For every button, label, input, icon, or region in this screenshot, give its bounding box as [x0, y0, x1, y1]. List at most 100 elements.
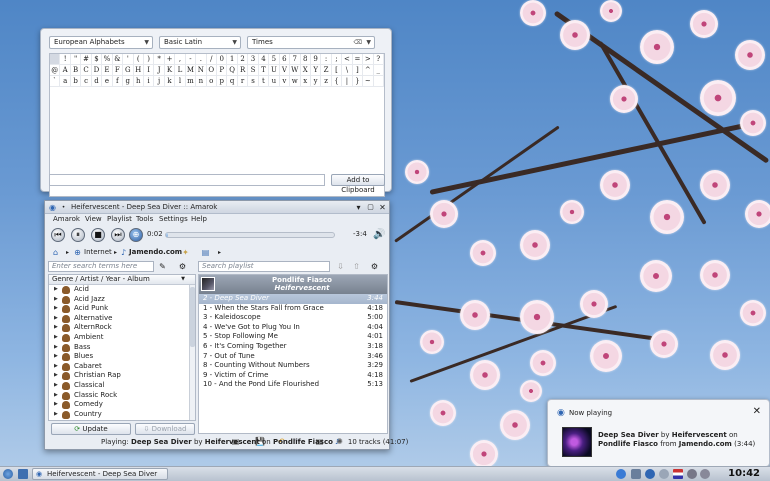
character-cell[interactable]: &: [112, 54, 124, 65]
genre-item[interactable]: ▶ AlternRock: [49, 323, 195, 333]
genre-item[interactable]: ▶ Alternative: [49, 314, 195, 324]
character-cell[interactable]: d: [91, 76, 103, 87]
character-cell[interactable]: %: [102, 54, 113, 65]
character-cell[interactable]: G: [123, 65, 134, 76]
character-cell[interactable]: W: [290, 65, 301, 76]
character-cell[interactable]: @: [50, 65, 61, 76]
character-cell[interactable]: P: [217, 65, 228, 76]
info-icon[interactable]: [616, 469, 626, 479]
kde-menu-icon[interactable]: [3, 469, 13, 479]
globe-button[interactable]: ⊕: [129, 228, 143, 242]
genre-item[interactable]: ▶ Acid Jazz: [49, 295, 195, 305]
menu-settings[interactable]: Settings: [159, 215, 188, 223]
character-cell[interactable]: L: [175, 65, 186, 76]
character-text-field[interactable]: [49, 174, 325, 186]
character-cell[interactable]: T: [258, 65, 270, 76]
filter-icon[interactable]: ⚙: [178, 262, 187, 271]
menu-tools[interactable]: Tools: [136, 215, 153, 223]
playlist-row[interactable]: 4 - We've Got to Plug You In 4:04: [199, 323, 387, 333]
character-cell[interactable]: 4: [258, 54, 270, 65]
tree-scrollbar[interactable]: [189, 285, 195, 420]
character-cell[interactable]: N: [196, 65, 207, 76]
character-cell[interactable]: <: [342, 54, 353, 65]
playlist[interactable]: Pondlife Fiasco Heifervescent 2 - Deep S…: [198, 274, 388, 434]
next-button[interactable]: ⏭: [111, 228, 125, 242]
character-cell[interactable]: x: [300, 76, 311, 87]
genre-item[interactable]: ▶ Comedy: [49, 400, 195, 410]
character-cell[interactable]: /: [206, 54, 217, 65]
arrow-up-icon[interactable]: ⇧: [352, 262, 361, 271]
menu-playlist[interactable]: Playlist: [107, 215, 132, 223]
playlist-row[interactable]: 9 - Victim of Crime 4:18: [199, 371, 387, 381]
arrow-down-icon[interactable]: ⇩: [336, 262, 345, 271]
character-cell[interactable]: ?: [373, 54, 384, 65]
menu-help[interactable]: Help: [191, 215, 207, 223]
font-combo[interactable]: Times ⌫ ▼: [247, 36, 375, 49]
update-button[interactable]: ⟳ Update: [51, 423, 131, 435]
character-cell[interactable]: E: [102, 65, 113, 76]
expand-icon[interactable]: ▶: [54, 343, 58, 353]
character-cell[interactable]: l: [175, 76, 186, 87]
genre-item[interactable]: ▶ Bass: [49, 343, 195, 353]
minimize-icon[interactable]: ▾: [354, 203, 363, 212]
download-button[interactable]: ⇩ Download: [135, 423, 195, 435]
character-cell[interactable]: K: [164, 65, 176, 76]
character-cell[interactable]: _: [373, 65, 384, 76]
expand-icon[interactable]: ▶: [54, 391, 58, 401]
battery-icon[interactable]: [687, 469, 697, 479]
character-cell[interactable]: ,: [175, 54, 186, 65]
expand-icon[interactable]: ▶: [54, 371, 58, 381]
collection-search-input[interactable]: Enter search terms here: [48, 261, 154, 272]
character-cell[interactable]: Z: [321, 65, 332, 76]
character-cell[interactable]: [: [331, 65, 343, 76]
genre-item[interactable]: ▶ Classical: [49, 381, 195, 391]
character-cell[interactable]: F: [112, 65, 124, 76]
character-cell[interactable]: Q: [227, 65, 238, 76]
expand-icon[interactable]: ▶: [54, 410, 58, 420]
character-cell[interactable]: ': [123, 54, 134, 65]
volume-icon[interactable]: 🔊: [373, 230, 385, 240]
character-cell[interactable]: Y: [310, 65, 322, 76]
character-cell[interactable]: 0: [217, 54, 228, 65]
network-icon[interactable]: [631, 469, 641, 479]
character-cell[interactable]: *: [154, 54, 165, 65]
menu-view[interactable]: View: [85, 215, 102, 223]
character-cell[interactable]: ;: [331, 54, 343, 65]
clear-icon[interactable]: ⌫: [354, 37, 362, 48]
playlist-row[interactable]: 3 - Kaleidoscope 5:00: [199, 313, 387, 323]
character-cell[interactable]: g: [123, 76, 134, 87]
character-cell[interactable]: X: [300, 65, 311, 76]
block-combo[interactable]: Basic Latin ▼: [159, 36, 241, 49]
character-cell[interactable]: 6: [279, 54, 291, 65]
character-cell[interactable]: D: [91, 65, 103, 76]
character-cell[interactable]: U: [269, 65, 280, 76]
filter-icon[interactable]: ⚙: [370, 262, 379, 271]
character-cell[interactable]: c: [81, 76, 92, 87]
genre-item[interactable]: ▶ Acid: [49, 285, 195, 295]
character-cell[interactable]: #: [81, 54, 92, 65]
character-cell[interactable]: n: [196, 76, 207, 87]
tree-header[interactable]: Genre / Artist / Year - Album ▼: [49, 275, 195, 285]
genre-item[interactable]: ▶ Country: [49, 410, 195, 420]
character-cell[interactable]: 7: [290, 54, 301, 65]
playlist-row[interactable]: 5 - Stop Following Me 4:01: [199, 332, 387, 342]
taskbar-task-amarok[interactable]: ◉ Heifervescent - Deep Sea Diver: [32, 468, 168, 480]
character-cell[interactable]: w: [290, 76, 301, 87]
character-cell[interactable]: [373, 76, 384, 87]
expand-icon[interactable]: ▶: [54, 285, 58, 295]
character-cell[interactable]: >: [363, 54, 374, 65]
character-cell[interactable]: e: [102, 76, 113, 87]
previous-button[interactable]: ⏮: [51, 228, 65, 242]
character-cell[interactable]: `: [50, 76, 61, 87]
character-cell[interactable]: i: [143, 76, 155, 87]
character-cell[interactable]: A: [60, 65, 71, 76]
maximize-icon[interactable]: ▢: [366, 203, 375, 212]
expand-icon[interactable]: ▶: [54, 400, 58, 410]
playlist-row[interactable]: 7 - Out of Tune 3:46: [199, 352, 387, 362]
pin-icon[interactable]: •: [59, 203, 68, 212]
playlist-row[interactable]: 10 - And the Pond Life Flourished 5:13: [199, 380, 387, 390]
expand-icon[interactable]: ▶: [54, 381, 58, 391]
character-cell[interactable]: J: [154, 65, 165, 76]
character-cell[interactable]: 1: [227, 54, 238, 65]
clipboard-icon[interactable]: [659, 469, 669, 479]
